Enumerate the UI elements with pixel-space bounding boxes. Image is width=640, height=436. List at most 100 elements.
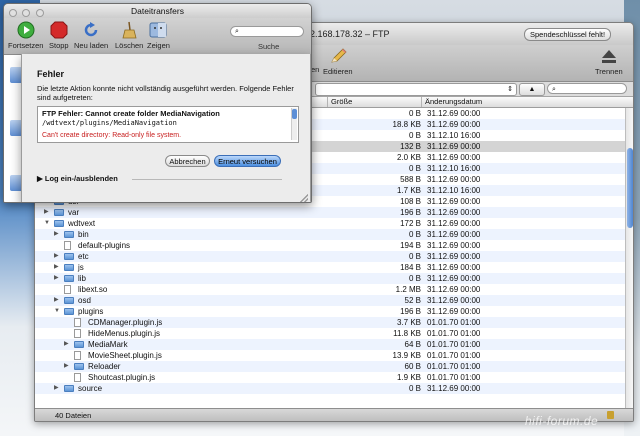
error-scrollbar[interactable] [291, 108, 297, 140]
disclosure-triangle-icon[interactable]: ▼ [44, 218, 50, 229]
file-date: 31.12.69 00:00 [427, 142, 481, 151]
file-date: 31.12.69 00:00 [427, 219, 481, 228]
resume-button[interactable]: Fortsetzen [8, 21, 43, 50]
eject-icon [601, 50, 616, 63]
license-key-button[interactable]: Spendeschlüssel fehlt! [524, 28, 612, 41]
document-icon [74, 329, 81, 338]
file-name: plugins [78, 307, 104, 316]
folder-icon [54, 220, 64, 227]
file-name: etc [78, 252, 89, 261]
file-size: 0 B [408, 109, 421, 118]
file-row[interactable]: CDManager.plugin.js 3.7 KB 01.01.70 01:00 [35, 317, 625, 328]
disclosure-triangle-icon[interactable]: ▶ [54, 273, 59, 284]
folder-icon [64, 385, 74, 392]
resize-grip-icon[interactable] [300, 194, 308, 202]
file-row[interactable]: ▶ MediaMark 64 B 01.01.70 01:00 [35, 339, 625, 350]
disclosure-triangle-icon[interactable]: ▶ [44, 207, 49, 218]
file-row[interactable]: ▶ lib 0 B 31.12.69 00:00 [35, 273, 625, 284]
file-name: var [68, 208, 80, 217]
file-row[interactable]: ▶ var 196 B 31.12.69 00:00 [35, 207, 625, 218]
disclosure-triangle-icon[interactable]: ▶ [54, 295, 59, 306]
zoom-icon[interactable] [35, 9, 44, 17]
file-size: 194 B [400, 241, 421, 250]
file-size: 132 B [400, 142, 421, 151]
file-date: 31.12.10 16:00 [427, 164, 481, 173]
file-row[interactable]: default-plugins 194 B 31.12.69 00:00 [35, 240, 625, 251]
scrollbar-thumb[interactable] [627, 148, 633, 228]
file-date: 31.12.69 00:00 [427, 120, 481, 129]
watermark: hifi-forum.de [525, 414, 599, 428]
file-size: 1.2 MB [395, 285, 421, 294]
folder-icon [74, 363, 84, 370]
error-heading: Fehler [37, 69, 65, 79]
file-size: 588 B [400, 175, 421, 184]
error-details-box: FTP Fehler: Cannot create folder MediaNa… [37, 106, 299, 143]
ftp-window-title: 2.168.178.32 – FTP [310, 29, 390, 39]
file-name: lib [78, 274, 87, 283]
chevron-updown-icon: ⇕ [507, 86, 513, 93]
close-icon[interactable] [9, 9, 17, 17]
file-date: 31.12.69 00:00 [427, 197, 481, 206]
parent-folder-button[interactable]: ▲ [519, 83, 545, 96]
file-row[interactable]: ▶ etc 0 B 31.12.69 00:00 [35, 251, 625, 262]
file-row[interactable]: HideMenus.plugin.js 11.8 KB 01.01.70 01:00 [35, 328, 625, 339]
file-size: 2.0 KB [396, 153, 421, 162]
file-row[interactable]: ▼ wdtvext 172 B 31.12.69 00:00 [35, 218, 625, 229]
show-button[interactable]: Zeigen [147, 21, 170, 50]
disclosure-triangle-icon[interactable]: ▶ [54, 262, 59, 273]
ftp-search-field[interactable]: ⌕ [547, 83, 627, 94]
scrollbar-thumb[interactable] [292, 109, 297, 119]
disclosure-triangle-icon[interactable]: ▶ [54, 383, 59, 394]
file-name: default-plugins [78, 241, 131, 250]
file-name: wdtvext [68, 219, 96, 228]
minimize-icon[interactable] [22, 9, 31, 17]
column-size[interactable]: Größe [327, 97, 421, 107]
disclosure-triangle-icon[interactable]: ▶ [54, 251, 59, 262]
file-size: 196 B [400, 307, 421, 316]
disclosure-triangle-icon[interactable]: ▼ [54, 306, 60, 317]
file-date: 01.01.70 01:00 [427, 329, 481, 338]
file-row[interactable]: ▶ source 0 B 31.12.69 00:00 [35, 383, 625, 394]
file-row[interactable]: ▶ bin 0 B 31.12.69 00:00 [35, 229, 625, 240]
file-list-scrollbar[interactable] [625, 108, 633, 408]
file-date: 31.12.10 16:00 [427, 186, 481, 195]
disclosure-triangle-icon: ▶ [37, 174, 45, 183]
file-row[interactable]: ▼ plugins 196 B 31.12.69 00:00 [35, 306, 625, 317]
file-row[interactable]: libext.so 1.2 MB 31.12.69 00:00 [35, 284, 625, 295]
file-name: bin [78, 230, 89, 239]
file-name: js [78, 263, 84, 272]
reload-button[interactable]: Neu laden [74, 21, 108, 50]
file-row[interactable]: ▶ Reloader 60 B 01.01.70 01:00 [35, 361, 625, 372]
cancel-button[interactable]: Abbrechen [165, 155, 210, 167]
folder-icon [64, 308, 74, 315]
disclosure-triangle-icon[interactable]: ▶ [54, 229, 59, 240]
file-row[interactable]: MovieSheet.plugin.js 13.9 KB 01.01.70 01:0… [35, 350, 625, 361]
stop-button[interactable]: Stopp [49, 21, 69, 50]
file-row[interactable]: ▶ js 184 B 31.12.69 00:00 [35, 262, 625, 273]
folder-icon [64, 297, 74, 304]
file-row[interactable]: Shoutcast.plugin.js 1.9 KB 01.01.70 01:00 [35, 372, 625, 383]
delete-button[interactable]: Löschen [115, 21, 143, 50]
column-date[interactable]: Änderungsdatum [421, 97, 625, 107]
file-date: 31.12.69 00:00 [427, 307, 481, 316]
file-date: 31.12.69 00:00 [427, 285, 481, 294]
file-name: Reloader [88, 362, 121, 371]
error-detail: Can't create directory: Read-only file s… [42, 132, 182, 139]
file-size: 108 B [400, 197, 421, 206]
retry-button[interactable]: Erneut versuchen [214, 155, 281, 167]
edit-button[interactable]: Editieren [323, 47, 353, 76]
path-select[interactable]: ⇕ [315, 83, 517, 96]
file-date: 01.01.70 01:00 [427, 351, 481, 360]
file-date: 31.12.69 00:00 [427, 175, 481, 184]
file-size: 3.7 KB [396, 318, 421, 327]
file-row[interactable]: ▶ osd 52 B 31.12.69 00:00 [35, 295, 625, 306]
file-name: CDManager.plugin.js [88, 318, 163, 327]
log-toggle[interactable]: ▶ Log ein-/ausblenden [37, 174, 118, 183]
disclosure-triangle-icon[interactable]: ▶ [64, 339, 69, 350]
folder-icon [74, 341, 84, 348]
disclosure-triangle-icon[interactable]: ▶ [64, 361, 69, 372]
file-date: 31.12.69 00:00 [427, 296, 481, 305]
document-icon [74, 318, 81, 327]
disconnect-button[interactable]: Trennen [595, 47, 623, 76]
transfers-search-field[interactable]: ⌕ [230, 26, 304, 37]
